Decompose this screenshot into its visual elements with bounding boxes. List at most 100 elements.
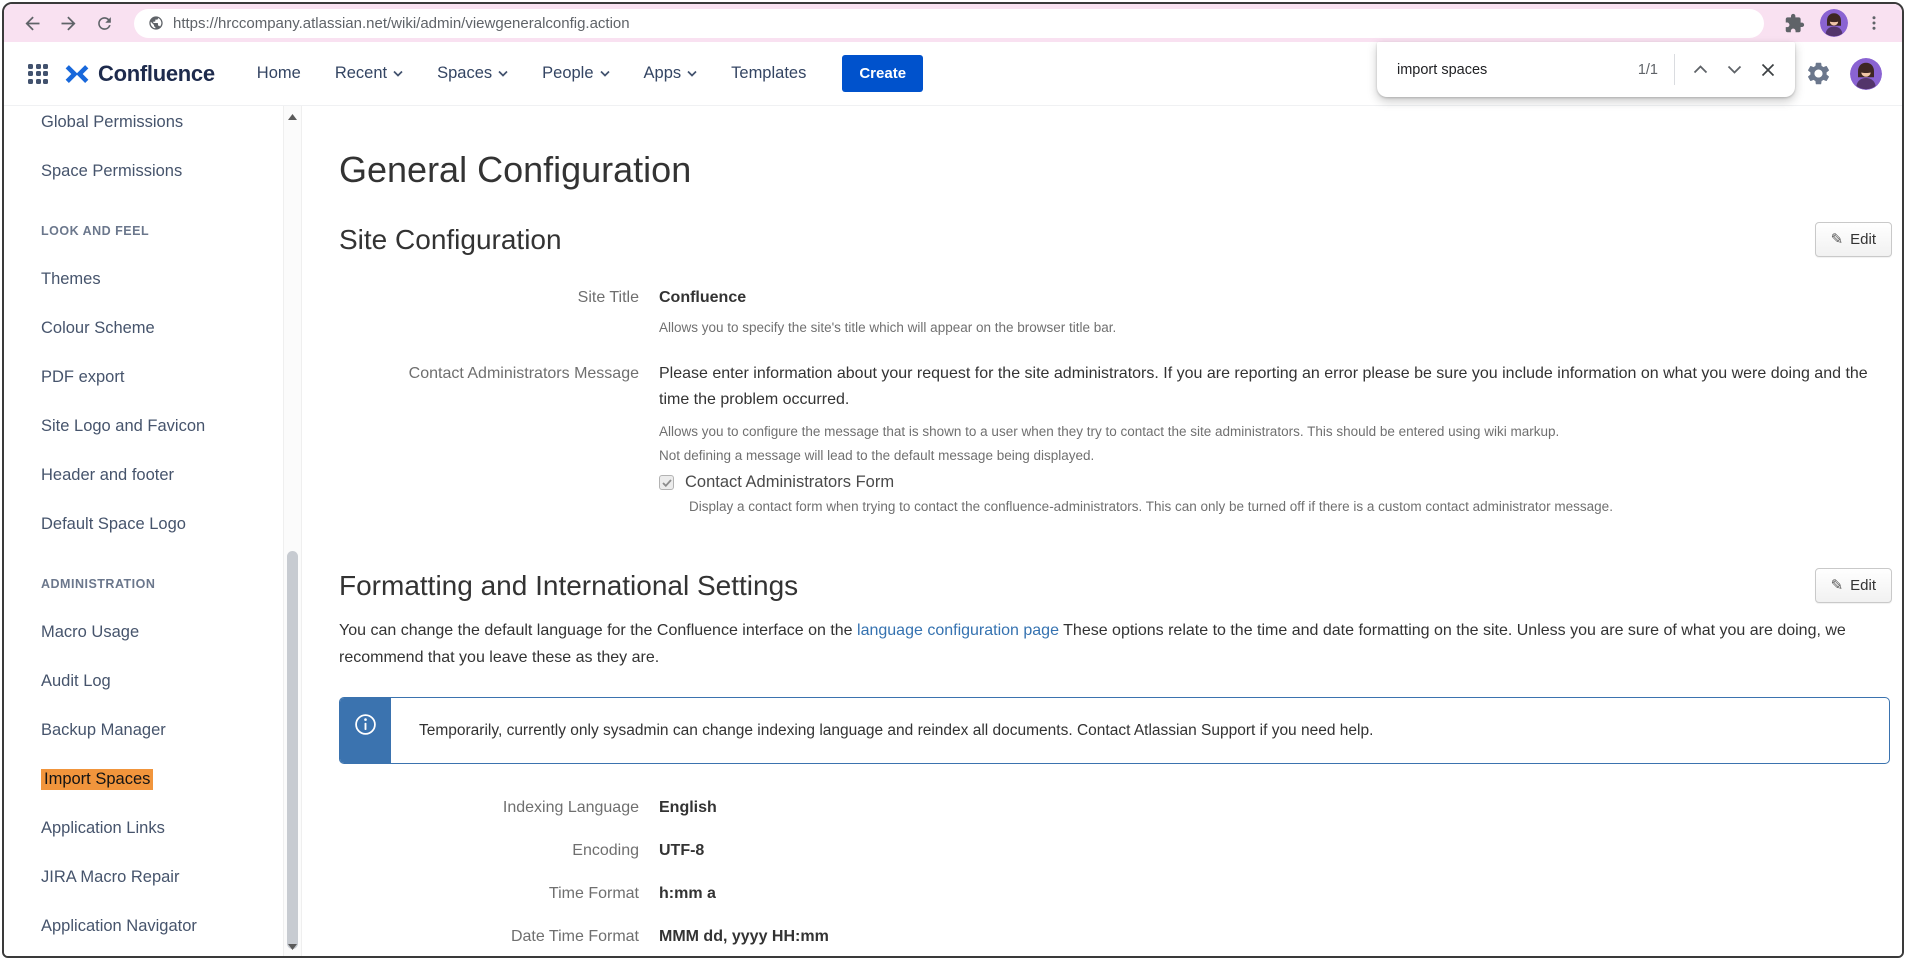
formatting-heading: Formatting and International Settings <box>339 569 798 603</box>
url-text: https://hrccompany.atlassian.net/wiki/ad… <box>173 15 630 32</box>
user-avatar[interactable] <box>1850 58 1882 90</box>
header-actions <box>1805 58 1882 90</box>
sidebar-item-pdf-export[interactable]: PDF export <box>41 353 304 402</box>
find-input[interactable]: import spaces <box>1397 62 1638 78</box>
confluence-mark-icon <box>64 61 90 87</box>
contact-message-label: Contact Administrators Message <box>339 361 639 413</box>
back-icon[interactable] <box>18 9 46 37</box>
forward-icon[interactable] <box>54 9 82 37</box>
sidebar-item-import-spaces[interactable]: Import Spaces <box>41 755 304 804</box>
nav-item-people[interactable]: People <box>542 64 609 83</box>
find-match-highlight: Import Spaces <box>41 769 153 790</box>
edit-site-configuration-button[interactable]: ✎ Edit <box>1815 222 1892 257</box>
browser-toolbar: https://hrccompany.atlassian.net/wiki/ad… <box>4 4 1902 42</box>
nav-item-apps[interactable]: Apps <box>644 64 698 83</box>
contact-message-row: Contact Administrators Message Please en… <box>339 361 1892 413</box>
sidebar-item-application-navigator[interactable]: Application Navigator <box>41 902 304 951</box>
sidebar-scrollbar[interactable] <box>283 106 302 958</box>
find-next-button[interactable] <box>1717 53 1751 87</box>
browser-profile-avatar[interactable] <box>1820 9 1848 37</box>
contact-message-note: Not defining a message will lead to the … <box>659 447 1892 465</box>
app-grid-icon[interactable] <box>28 64 48 84</box>
formatting-intro: You can change the default language for … <box>339 617 1892 671</box>
nav-item-templates[interactable]: Templates <box>731 64 806 83</box>
pencil-icon: ✎ <box>1831 578 1844 593</box>
date-time-format-row: Date Time Format MMM dd, yyyy HH:mm <box>339 915 1892 958</box>
sidebar-item-colour-scheme[interactable]: Colour Scheme <box>41 304 304 353</box>
formatting-rows: Indexing Language English Encoding UTF-8… <box>339 786 1892 958</box>
sidebar-item-backup-manager[interactable]: Backup Manager <box>41 706 304 755</box>
check-icon <box>662 479 672 487</box>
sidebar-item-application-links[interactable]: Application Links <box>41 804 304 853</box>
scroll-up-icon[interactable] <box>284 109 301 125</box>
contact-message-description-row: Allows you to configure the message that… <box>339 423 1892 441</box>
indexing-language-row: Indexing Language English <box>339 786 1892 829</box>
edit-formatting-button[interactable]: ✎ Edit <box>1815 568 1892 603</box>
sidebar-item-themes[interactable]: Themes <box>41 255 304 304</box>
sidebar-item-header-and-footer[interactable]: Header and footer <box>41 451 304 500</box>
contact-form-control: Contact Administrators Form <box>659 473 1892 492</box>
language-configuration-link[interactable]: language configuration page <box>857 622 1059 639</box>
time-format-value: h:mm a <box>659 881 1889 907</box>
chevron-down-icon <box>687 70 697 77</box>
sidebar-item-site-logo-and-favicon[interactable]: Site Logo and Favicon <box>41 402 304 451</box>
browser-menu-icon[interactable] <box>1860 9 1888 37</box>
chevron-up-icon <box>1693 65 1708 74</box>
contact-form-row: Contact Administrators Form <box>339 473 1892 492</box>
reload-icon[interactable] <box>90 9 118 37</box>
site-title-description: Allows you to specify the site's title w… <box>659 319 1892 337</box>
encoding-label: Encoding <box>339 838 639 864</box>
sidebar-item-macro-usage[interactable]: Macro Usage <box>41 608 304 657</box>
date-time-format-value: MMM dd, yyyy HH:mm <box>659 924 1889 950</box>
extensions-icon[interactable] <box>1780 9 1808 37</box>
scroll-down-icon[interactable] <box>284 939 301 955</box>
address-bar[interactable]: https://hrccompany.atlassian.net/wiki/ad… <box>134 9 1764 38</box>
chevron-down-icon <box>498 70 508 77</box>
page-title: General Configuration <box>339 148 1892 192</box>
info-banner: Temporarily, currently only sysadmin can… <box>339 697 1890 764</box>
encoding-row: Encoding UTF-8 <box>339 829 1892 872</box>
confluence-logo[interactable]: Confluence <box>64 61 215 87</box>
find-previous-button[interactable] <box>1683 53 1717 87</box>
contact-form-description: Display a contact form when trying to co… <box>689 498 1892 516</box>
site-title-description-row: Allows you to specify the site's title w… <box>339 319 1892 337</box>
site-configuration-section-header: Site Configuration ✎ Edit <box>339 222 1892 257</box>
contact-form-checkbox[interactable] <box>659 475 674 490</box>
main-menu: Home Recent Spaces People Apps Templates <box>257 64 807 83</box>
site-info-icon[interactable] <box>148 15 164 31</box>
nav-item-home[interactable]: Home <box>257 64 301 83</box>
find-close-button[interactable] <box>1751 53 1785 87</box>
general-configuration-page: General Configuration Site Configuration… <box>304 106 1902 958</box>
contact-form-label: Contact Administrators Form <box>685 473 894 492</box>
chevron-down-icon <box>393 70 403 77</box>
sidebar-item-default-space-logo[interactable]: Default Space Logo <box>41 500 304 549</box>
sidebar-item-jira-macro-repair[interactable]: JIRA Macro Repair <box>41 853 304 902</box>
site-title-value: Confluence <box>659 285 1889 311</box>
page-body: Global Permissions Space Permissions LOO… <box>4 106 1902 958</box>
site-title-label: Site Title <box>339 285 639 311</box>
encoding-value: UTF-8 <box>659 838 1889 864</box>
create-button[interactable]: Create <box>842 55 923 92</box>
logo-wordmark: Confluence <box>98 61 215 87</box>
pencil-icon: ✎ <box>1831 232 1844 247</box>
find-match-count: 1/1 <box>1638 62 1658 78</box>
info-banner-message: Temporarily, currently only sysadmin can… <box>391 698 1889 763</box>
sidebar-item-audit-log[interactable]: Audit Log <box>41 657 304 706</box>
browser-actions <box>1780 9 1892 37</box>
close-icon <box>1761 63 1775 77</box>
nav-item-recent[interactable]: Recent <box>335 64 403 83</box>
sidebar-item-space-permissions[interactable]: Space Permissions <box>41 147 304 196</box>
contact-message-description: Allows you to configure the message that… <box>659 423 1892 441</box>
info-icon <box>354 713 377 736</box>
sidebar-section-administration: ADMINISTRATION <box>41 559 304 608</box>
chevron-down-icon <box>1727 65 1742 74</box>
contact-message-note-row: Not defining a message will lead to the … <box>339 447 1892 465</box>
divider <box>1674 54 1675 85</box>
nav-item-spaces[interactable]: Spaces <box>437 64 508 83</box>
contact-form-description-row: Display a contact form when trying to co… <box>339 498 1892 516</box>
formatting-section-header: Formatting and International Settings ✎ … <box>339 568 1892 603</box>
scrollbar-thumb[interactable] <box>287 551 298 949</box>
gear-icon[interactable] <box>1805 60 1832 87</box>
sidebar-item-global-permissions[interactable]: Global Permissions <box>41 106 304 147</box>
date-time-format-label: Date Time Format <box>339 924 639 950</box>
